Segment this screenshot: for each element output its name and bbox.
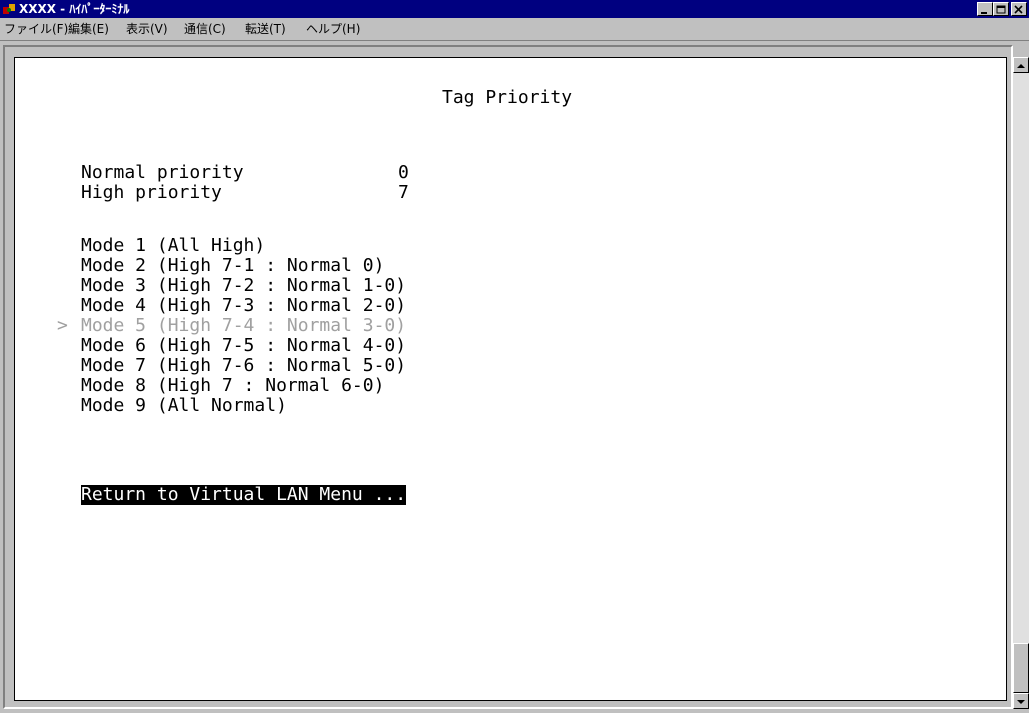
mode-9-item[interactable]: Mode 9 (All Normal)	[81, 396, 287, 416]
terminal-window: XXXX - ﾊｲﾊﾟｰﾀｰﾐﾅﾙ ファイル(F) 編集(E) 表示(V) 通信…	[0, 0, 1029, 711]
high-priority-value[interactable]: 7	[398, 183, 409, 203]
hyperterminal-icon	[3, 4, 15, 14]
menu-transfer[interactable]: 転送(T)	[243, 18, 288, 40]
normal-priority-value[interactable]: 0	[398, 163, 409, 183]
high-priority-label: High priority	[81, 182, 222, 203]
scroll-up-icon[interactable]	[1013, 57, 1029, 73]
menu-view[interactable]: 表示(V)	[124, 18, 170, 40]
scroll-thumb[interactable]	[1013, 643, 1029, 693]
close-icon[interactable]	[1011, 2, 1027, 16]
mode-1-item[interactable]: Mode 1 (All High)	[81, 236, 265, 256]
menu-edit[interactable]: 編集(E)	[66, 18, 111, 40]
mode-7-item[interactable]: Mode 7 (High 7-6 : Normal 5-0)	[81, 356, 406, 376]
minimize-icon[interactable]	[977, 2, 993, 16]
menu-bar: ファイル(F) 編集(E) 表示(V) 通信(C) 転送(T) ヘルプ(H)	[0, 18, 1029, 41]
scroll-down-icon[interactable]	[1013, 693, 1029, 709]
terminal-screen[interactable]: Tag Priority Normal priority 0 High prio…	[14, 57, 1007, 701]
mode-8-item[interactable]: Mode 8 (High 7 : Normal 6-0)	[81, 376, 384, 396]
normal-priority-label: Normal priority	[81, 162, 244, 183]
menu-help[interactable]: ヘルプ(H)	[304, 18, 362, 40]
mode-4-item[interactable]: Mode 4 (High 7-3 : Normal 2-0)	[81, 296, 406, 316]
mode-3-item[interactable]: Mode 3 (High 7-2 : Normal 1-0)	[81, 276, 406, 296]
window-title: XXXX - ﾊｲﾊﾟｰﾀｰﾐﾅﾙ	[19, 2, 130, 16]
mode-2-item[interactable]: Mode 2 (High 7-1 : Normal 0)	[81, 256, 384, 276]
window-controls	[977, 2, 1027, 16]
menu-file[interactable]: ファイル(F)	[2, 18, 70, 40]
mode-6-item[interactable]: Mode 6 (High 7-5 : Normal 4-0)	[81, 336, 406, 356]
screen-title: Tag Priority	[442, 87, 573, 108]
menu-communication[interactable]: 通信(C)	[182, 18, 228, 40]
return-menu-item[interactable]: Return to Virtual LAN Menu ...	[81, 485, 407, 505]
vertical-scrollbar[interactable]	[1013, 57, 1029, 709]
cursor-indicator: >	[57, 315, 68, 336]
mode-5-item[interactable]: Mode 5 (High 7-4 : Normal 3-0)	[81, 316, 406, 336]
maximize-icon[interactable]	[993, 2, 1009, 16]
title-bar[interactable]: XXXX - ﾊｲﾊﾟｰﾀｰﾐﾅﾙ	[0, 0, 1029, 18]
